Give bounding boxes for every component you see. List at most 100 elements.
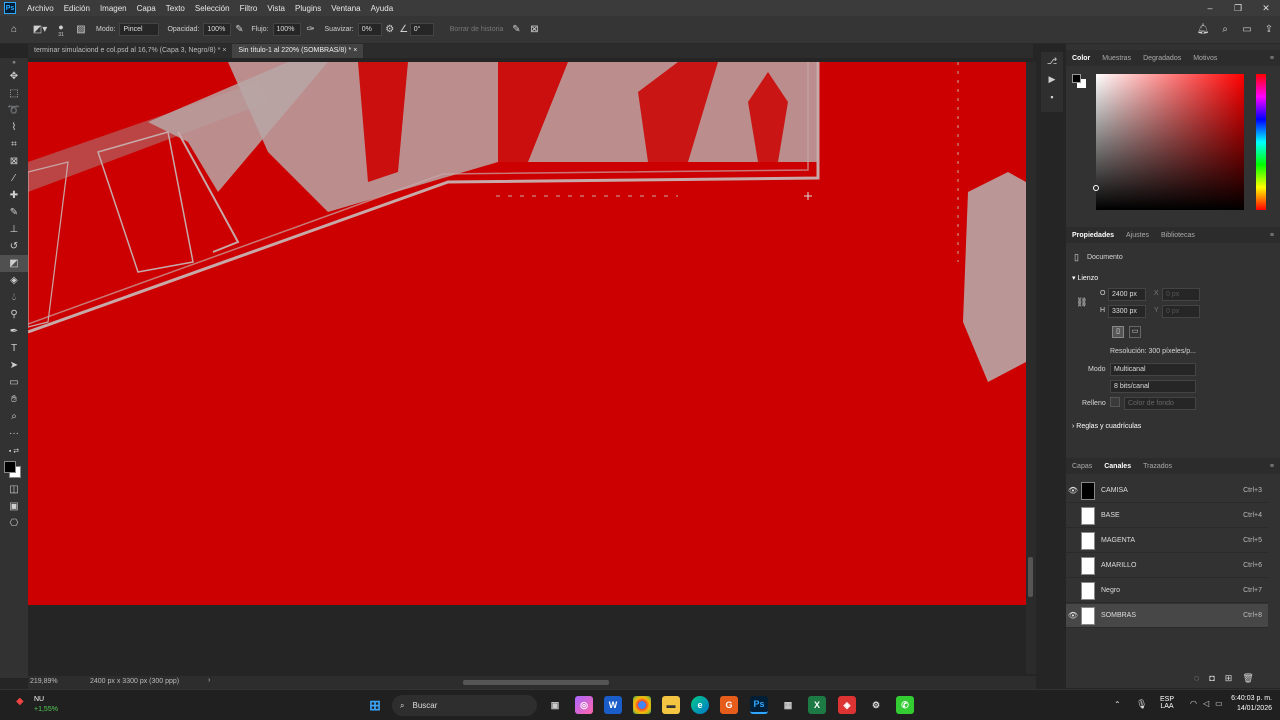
tab-canales[interactable]: Canales — [1098, 463, 1137, 470]
swap-colors-icon[interactable]: ▪ ⇄ — [0, 442, 28, 459]
actions-play-icon[interactable]: ▶ — [1041, 70, 1063, 88]
menu-ayuda[interactable]: Ayuda — [366, 4, 399, 13]
blur-tool-icon[interactable]: 💧︎ — [0, 289, 28, 306]
generative-icon[interactable]: ⎔ — [0, 515, 28, 532]
chevron-right-icon[interactable]: › — [208, 677, 210, 684]
eraser-tool-preset-icon[interactable]: ◩▾ — [28, 24, 52, 35]
menu-plugins[interactable]: Plugins — [290, 4, 326, 13]
fill-swatch[interactable] — [1110, 397, 1120, 407]
search-icon[interactable]: ⌕ — [1214, 24, 1236, 35]
eraser-tool-icon[interactable]: ◩ — [0, 255, 28, 272]
microphone-icon[interactable]: 🎙︎ — [1136, 699, 1147, 710]
lasso-tool-icon[interactable]: ➰ — [0, 102, 28, 119]
rulers-grids-section[interactable]: › Reglas y cuadrículas — [1072, 423, 1141, 430]
screen-mode-icon[interactable]: ▣ — [0, 498, 28, 515]
pen-tool-icon[interactable]: ✒ — [0, 323, 28, 340]
width-field[interactable]: 2400 px — [1108, 288, 1146, 301]
photoshop-taskbar-icon[interactable]: Ps — [750, 696, 768, 714]
taskbar-search-box[interactable]: ⌕ Buscar — [392, 695, 537, 716]
pressure-opacity-icon[interactable]: ✎ — [231, 24, 247, 35]
zoom-tool-icon[interactable]: ⌕ — [0, 408, 28, 425]
clock[interactable]: 6:40:03 p. m. 14/01/2026 — [1222, 695, 1272, 712]
menu-texto[interactable]: Texto — [161, 4, 190, 13]
share-icon[interactable]: ⇪ — [1258, 24, 1280, 35]
channel-row-magenta[interactable]: MAGENTA Ctrl+5 — [1066, 529, 1268, 553]
panel-menu-icon[interactable]: ≡ — [1264, 463, 1280, 470]
vertical-scrollbar[interactable] — [1026, 62, 1036, 674]
history-panel-icon[interactable]: ⎇ — [1041, 52, 1063, 70]
rectangle-tool-icon[interactable]: ▭ — [0, 374, 28, 391]
menu-edicion[interactable]: Edición — [59, 4, 95, 13]
erase-to-history-checkbox[interactable]: Borrar de historia — [450, 26, 504, 33]
toolbar-grip[interactable]: » — [0, 58, 28, 68]
tab-ajustes[interactable]: Ajustes — [1120, 232, 1155, 239]
color-picker-handle[interactable] — [1093, 185, 1099, 191]
visibility-eye-icon[interactable]: 👁︎ — [1066, 486, 1080, 495]
close-icon[interactable]: × — [222, 47, 226, 54]
menu-ventana[interactable]: Ventana — [326, 4, 365, 13]
fill-select[interactable]: Color de fondo — [1124, 397, 1196, 410]
tab-terminar-simulacion[interactable]: terminar simulaciond e col.psd al 16,7% … — [28, 44, 232, 58]
move-tool-icon[interactable]: ✥ — [0, 68, 28, 85]
task-view-icon[interactable]: ▣ — [546, 696, 564, 714]
opacity-field[interactable]: 100% — [203, 23, 232, 36]
height-field[interactable]: 3300 px — [1108, 305, 1146, 318]
history-brush-tool-icon[interactable]: ↺ — [0, 238, 28, 255]
restore-icon[interactable]: ❐ — [1224, 3, 1252, 14]
trash-icon[interactable]: 🗑︎ — [1242, 673, 1253, 684]
channel-row-amarillo[interactable]: AMARILLO Ctrl+6 — [1066, 554, 1268, 578]
menu-filtro[interactable]: Filtro — [235, 4, 263, 13]
x-field[interactable]: 0 px — [1162, 288, 1200, 301]
canvas-section[interactable]: ▾ Lienzo — [1072, 274, 1098, 282]
chevron-up-icon[interactable]: ⌃ — [1114, 700, 1121, 709]
quick-mask-icon[interactable]: ◫ — [0, 481, 28, 498]
copilot-icon[interactable]: ◎ — [575, 696, 593, 714]
visibility-eye-icon[interactable]: 👁︎ — [1066, 611, 1080, 620]
channel-row-base[interactable]: BASE Ctrl+4 — [1066, 504, 1268, 528]
tab-trazados[interactable]: Trazados — [1137, 463, 1178, 470]
save-selection-icon[interactable]: ◘ — [1209, 673, 1214, 684]
menu-capa[interactable]: Capa — [132, 4, 161, 13]
file-explorer-icon[interactable]: ▬ — [662, 696, 680, 714]
eyedropper-tool-icon[interactable]: ⁄ — [0, 170, 28, 187]
marquee-tool-icon[interactable]: ⬚ — [0, 85, 28, 102]
landscape-orientation-icon[interactable]: ▭ — [1129, 326, 1141, 338]
home-icon[interactable]: ⌂ — [0, 24, 28, 35]
mode-select[interactable]: Pincel — [119, 23, 160, 36]
tab-capas[interactable]: Capas — [1066, 463, 1098, 470]
tab-bibliotecas[interactable]: Bibliotecas — [1155, 232, 1201, 239]
smoothing-field[interactable]: 0% — [357, 23, 382, 36]
airbrush-icon[interactable]: ✑ — [301, 24, 321, 35]
tab-degradados[interactable]: Degradados — [1137, 55, 1187, 62]
brush-tool-icon[interactable]: ✎ — [0, 204, 28, 221]
excel-icon[interactable]: X — [808, 696, 826, 714]
windows-start-icon[interactable]: ⊞ — [366, 696, 384, 714]
close-icon[interactable]: ✕ — [1252, 3, 1280, 14]
quick-selection-tool-icon[interactable]: ⌇ — [0, 119, 28, 136]
scrollbar-thumb[interactable] — [1028, 557, 1033, 597]
system-tray[interactable]: ◠ ◁ ▭ — [1190, 699, 1223, 708]
menu-imagen[interactable]: Imagen — [95, 4, 132, 13]
menu-archivo[interactable]: Archivo — [22, 4, 59, 13]
panel-menu-icon[interactable]: ≡ — [1264, 55, 1280, 62]
panel-menu-icon[interactable]: ≡ — [1264, 232, 1280, 239]
brush-settings-icon[interactable]: ▨ — [70, 24, 92, 35]
pressure-size-icon[interactable]: ✎ — [507, 24, 525, 35]
healing-brush-tool-icon[interactable]: ✚ — [0, 187, 28, 204]
path-selection-tool-icon[interactable]: ➤ — [0, 357, 28, 374]
foreground-color-swatch[interactable] — [4, 461, 16, 473]
dodge-tool-icon[interactable]: ⚲ — [0, 306, 28, 323]
phone-app-icon[interactable]: ✆ — [896, 696, 914, 714]
more-tools-icon[interactable]: ··· — [0, 425, 28, 442]
zoom-level[interactable]: 219,89% — [30, 678, 58, 685]
crop-tool-icon[interactable]: ⌗ — [0, 136, 28, 153]
color-swatches[interactable] — [0, 459, 28, 481]
clone-stamp-tool-icon[interactable]: ⊥ — [0, 221, 28, 238]
pdf-reader-icon[interactable]: ◈ — [838, 696, 856, 714]
portrait-orientation-icon[interactable]: ▯ — [1112, 326, 1124, 338]
type-tool-icon[interactable]: T — [0, 340, 28, 357]
hue-slider[interactable] — [1256, 74, 1266, 210]
tab-muestras[interactable]: Muestras — [1096, 55, 1137, 62]
frame-tool-icon[interactable]: ⊠ — [0, 153, 28, 170]
edge-icon[interactable]: e — [691, 696, 709, 714]
